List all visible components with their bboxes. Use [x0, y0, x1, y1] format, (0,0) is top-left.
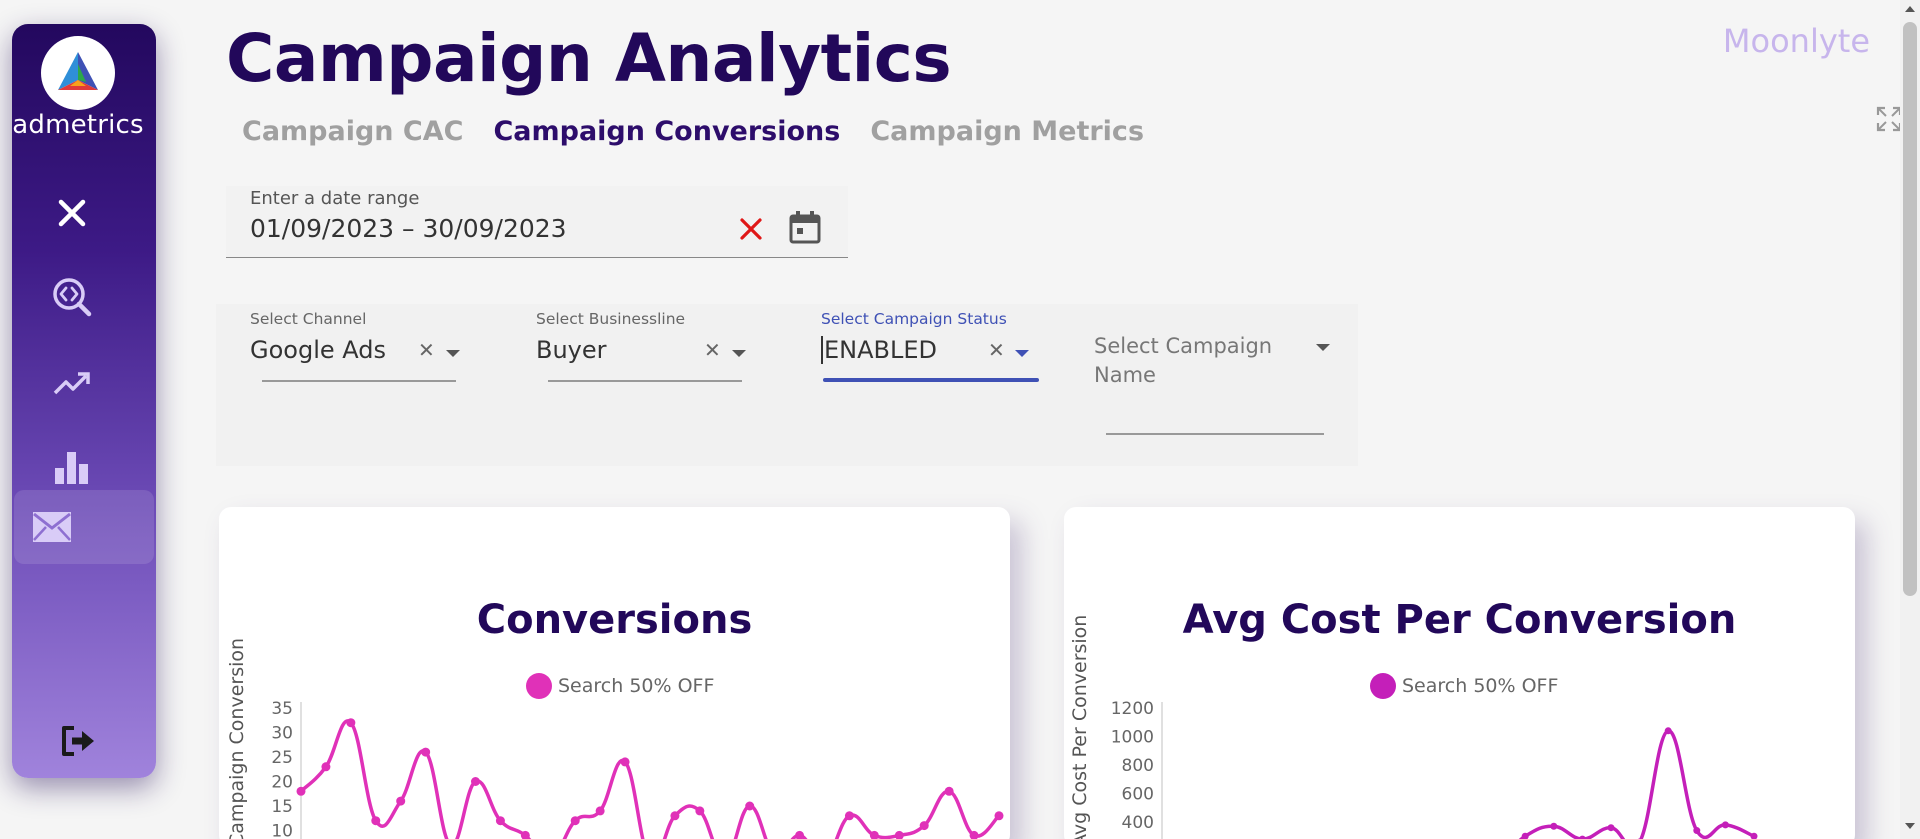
chevron-down-icon[interactable]	[446, 350, 460, 357]
channel-label: Select Channel	[250, 310, 367, 328]
y-tick-label: 1200	[1111, 699, 1154, 719]
date-range-field[interactable]: Enter a date range 01/09/2023 – 30/09/20…	[226, 186, 848, 258]
data-point[interactable]	[919, 821, 929, 831]
data-point[interactable]	[844, 811, 854, 821]
y-axis-label: Avg Cost Per Conversion	[1069, 615, 1091, 839]
fullscreen-icon[interactable]	[1876, 106, 1902, 132]
businessline-value: Buyer	[536, 336, 607, 364]
chevron-down-icon[interactable]	[1015, 350, 1029, 357]
campaign-status-underline	[823, 378, 1039, 382]
scroll-down-icon[interactable]	[1905, 823, 1915, 829]
logout-icon[interactable]	[46, 712, 110, 770]
logo-mark-icon	[58, 52, 98, 90]
businessline-underline	[548, 380, 742, 382]
campaign-name-placeholder: Select Campaign Name	[1094, 334, 1273, 387]
date-range-label: Enter a date range	[250, 188, 420, 209]
chevron-down-icon[interactable]	[732, 350, 746, 357]
close-icon[interactable]	[40, 184, 104, 242]
tab-campaign-metrics[interactable]: Campaign Metrics	[870, 116, 1144, 147]
conversions-card: Conversions Search 50% OFF Campaign Conv…	[219, 507, 1010, 839]
y-tick-label: 35	[271, 699, 293, 719]
data-point[interactable]	[795, 830, 805, 839]
y-tick-label: 10	[271, 822, 293, 839]
avg-cost-card: Avg Cost Per Conversion Search 50% OFF A…	[1064, 507, 1855, 839]
date-range-input[interactable]: 01/09/2023 – 30/09/2023	[250, 214, 567, 243]
mail-icon	[33, 512, 71, 542]
code-search-icon[interactable]	[40, 268, 104, 326]
y-tick-label: 30	[271, 724, 293, 744]
series-line	[1518, 729, 1755, 839]
data-point[interactable]	[471, 777, 480, 786]
data-point[interactable]	[371, 816, 381, 826]
data-point[interactable]	[595, 806, 605, 816]
businessline-label: Select Businessline	[536, 310, 686, 328]
campaign-status-value: ENABLED	[821, 336, 937, 364]
data-point[interactable]	[695, 806, 705, 816]
page-scrollbar[interactable]	[1900, 0, 1920, 839]
data-point[interactable]	[1721, 821, 1729, 829]
data-point[interactable]	[421, 747, 431, 757]
scroll-up-icon[interactable]	[1905, 6, 1915, 12]
data-point[interactable]	[570, 816, 580, 826]
y-axis-label: Campaign Conversion	[226, 638, 248, 839]
clear-channel-icon[interactable]: ✕	[418, 338, 435, 362]
series-line	[299, 719, 1001, 839]
conversions-chart: Campaign Conversion 35 30 25 20 15 10	[226, 638, 1004, 839]
tab-campaign-conversions[interactable]: Campaign Conversions	[493, 116, 840, 147]
trending-up-icon[interactable]	[40, 354, 104, 412]
calendar-icon[interactable]	[788, 210, 822, 244]
y-tick-label: 1000	[1111, 728, 1154, 748]
data-point[interactable]	[894, 830, 904, 839]
filter-panel: Select Channel Google Ads ✕ Select Busin…	[216, 304, 1358, 466]
page-title: Campaign Analytics	[226, 20, 952, 97]
clear-businessline-icon[interactable]: ✕	[704, 338, 721, 362]
nav-item-mail[interactable]	[14, 490, 154, 564]
data-point[interactable]	[1693, 827, 1701, 835]
scroll-thumb[interactable]	[1903, 22, 1917, 596]
logo	[41, 36, 115, 110]
channel-value: Google Ads	[250, 336, 386, 364]
data-point[interactable]	[1578, 835, 1586, 839]
y-tick-label: 800	[1122, 756, 1154, 776]
y-tick-label: 20	[271, 773, 293, 793]
tab-campaign-cac[interactable]: Campaign CAC	[242, 116, 463, 147]
data-point[interactable]	[396, 796, 406, 806]
chevron-down-icon[interactable]	[1316, 344, 1330, 351]
bar-chart-icon[interactable]	[40, 438, 104, 496]
campaign-name-underline	[1106, 433, 1324, 435]
data-point[interactable]	[296, 786, 306, 796]
data-point[interactable]	[1550, 822, 1558, 830]
sidebar: admetrics	[12, 24, 156, 778]
data-point[interactable]	[670, 811, 680, 821]
data-point[interactable]	[994, 811, 1004, 821]
data-point[interactable]	[346, 718, 356, 728]
tab-bar: Campaign CAC Campaign Conversions Campai…	[242, 116, 1144, 147]
data-point[interactable]	[944, 786, 954, 796]
avg-cost-chart: Avg Cost Per Conversion 1200 1000 800 600 400	[1069, 615, 1758, 839]
y-tick-label: 25	[271, 748, 293, 768]
y-tick-label: 400	[1122, 813, 1154, 833]
user-name[interactable]: Moonlyte	[1723, 22, 1870, 60]
data-point[interactable]	[1607, 824, 1615, 832]
data-point[interactable]	[495, 816, 505, 826]
data-point[interactable]	[321, 762, 331, 772]
data-point[interactable]	[620, 757, 630, 767]
channel-underline	[262, 380, 456, 382]
data-point[interactable]	[1664, 727, 1672, 735]
brand-name: admetrics	[12, 110, 144, 140]
clear-date-icon[interactable]	[736, 214, 766, 244]
campaign-status-label: Select Campaign Status	[821, 310, 1007, 328]
data-point[interactable]	[745, 801, 755, 811]
y-tick-label: 15	[271, 797, 293, 817]
y-tick-label: 600	[1122, 785, 1154, 805]
clear-status-icon[interactable]: ✕	[988, 338, 1005, 362]
